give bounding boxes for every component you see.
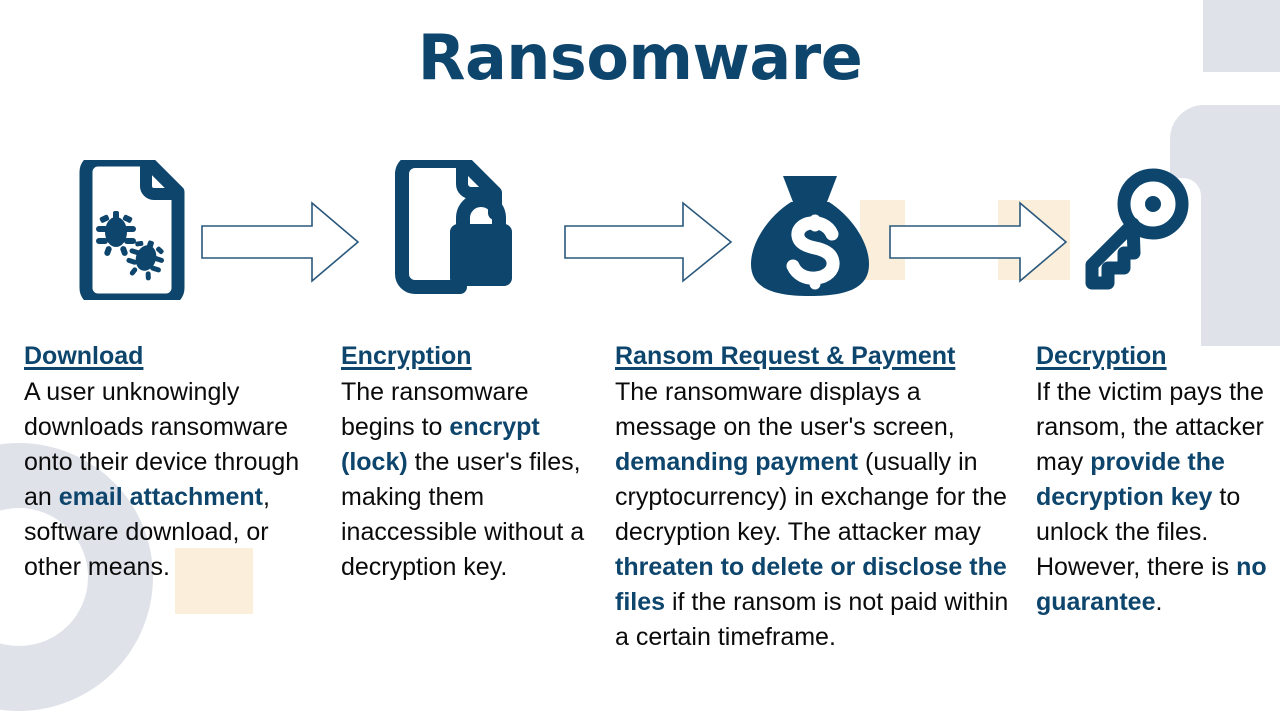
page-title: Ransomware [417,21,863,94]
process-icon-row [0,160,1280,315]
slide-canvas: Ransomware Download A user unknowingly d… [0,0,1280,720]
key-icon [1077,160,1192,310]
body-text: . [1155,588,1163,616]
column-4-body: If the victim pays the ransom, the attac… [1036,375,1268,620]
process-text-columns: Download A user unknowingly downloads ra… [0,340,1280,720]
column-3-body: The ransomware displays a message on the… [615,375,1017,655]
money-bag-dollar-icon [745,160,875,310]
column-2-body: The ransomware begins to encrypt (lock) … [341,375,589,585]
column-2-heading: Encryption [341,342,472,370]
emphasis-text: email attachment [58,483,264,511]
infected-document-icon [72,160,192,310]
column-ransom-request-and-payment: Ransom Request & Payment The ransomware … [615,340,1017,655]
body-text: if the ransom is not paid within a certa… [615,588,1009,651]
column-4-heading: Decryption [1036,342,1167,370]
column-3-heading: Ransom Request & Payment [615,342,956,370]
body-text: The ransomware displays a message on the… [615,378,955,441]
arrow-right-outline-icon-1 [200,160,360,310]
emphasis-text: demanding payment [615,448,859,476]
column-encryption: Encryption The ransomware begins to encr… [341,340,589,585]
column-1-body: A user unknowingly downloads ransomware … [24,375,322,585]
arrow-right-outline-icon-3 [888,160,1068,310]
column-download: Download A user unknowingly downloads ra… [24,340,322,585]
column-decryption: Decryption If the victim pays the ransom… [1036,340,1268,620]
locked-document-icon [388,160,538,310]
arrow-right-outline-icon-2 [563,160,733,310]
column-1-heading: Download [24,342,144,370]
